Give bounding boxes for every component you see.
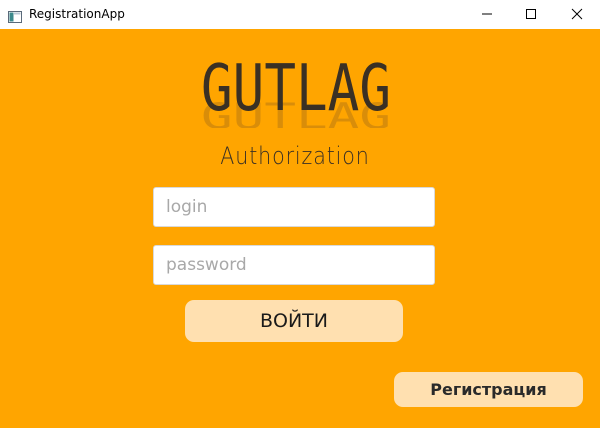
minimize-button[interactable] [464, 0, 510, 29]
app-window: RegistrationApp GUTLAG GUTLAG Authorizat… [0, 0, 600, 428]
close-button[interactable] [554, 0, 600, 29]
login-button[interactable]: ВОЙТИ [185, 300, 403, 342]
title-bar[interactable]: RegistrationApp [0, 0, 600, 29]
maximize-button[interactable] [508, 0, 554, 29]
register-button[interactable]: Регистрация [394, 372, 583, 407]
maximize-icon [525, 5, 537, 24]
close-icon [571, 5, 583, 24]
minimize-icon [481, 5, 493, 24]
login-input[interactable] [153, 187, 435, 227]
window-app-icon [8, 8, 22, 23]
brand-logo-text: GUTLAG [201, 52, 391, 126]
page-title: Authorization [220, 142, 370, 170]
window-title: RegistrationApp [29, 7, 125, 21]
brand-logo: GUTLAG GUTLAG [150, 48, 450, 128]
password-input[interactable] [153, 245, 435, 285]
